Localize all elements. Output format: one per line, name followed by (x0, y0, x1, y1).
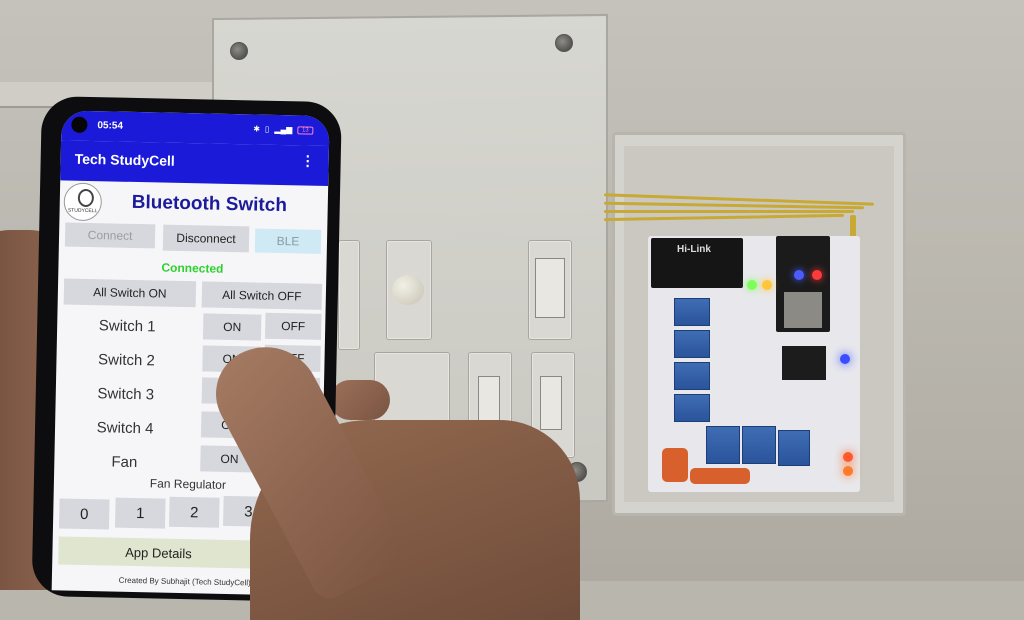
capacitor (690, 468, 750, 484)
red-led (812, 270, 822, 280)
switch-3-label: Switch 3 (97, 385, 155, 404)
regulator-knob (392, 275, 424, 305)
relay (778, 430, 810, 466)
app-title: Tech StudyCell (74, 150, 175, 169)
switch-4-label: Switch 4 (96, 419, 154, 438)
red-led (843, 466, 853, 476)
wall-rocker-switch (535, 258, 565, 318)
fan-level-2-button[interactable]: 2 (169, 496, 220, 528)
battery-icon: 13 (297, 125, 314, 135)
blue-led (840, 354, 850, 364)
disconnect-button[interactable]: Disconnect (162, 224, 250, 253)
ble-button[interactable]: BLE (254, 228, 322, 254)
switch-1-on-button[interactable]: ON (202, 313, 262, 341)
blue-led (794, 270, 804, 280)
connection-status: Connected (161, 260, 224, 276)
front-camera (71, 116, 88, 133)
wire-bundle (603, 188, 884, 228)
bluetooth-icon: ✱ (253, 124, 261, 134)
system-icons: ✱ ▯ ▂▄▆ 13 (253, 124, 314, 135)
relay (706, 426, 740, 464)
relay (674, 330, 710, 358)
fan-level-0-button[interactable]: 0 (58, 498, 110, 530)
green-led (747, 280, 757, 290)
switch-1-label: Switch 1 (98, 317, 156, 336)
finger (330, 380, 390, 420)
screw (230, 42, 248, 60)
screw (555, 34, 573, 52)
wall-rocker-switch (540, 376, 562, 430)
vibrate-icon: ▯ (264, 124, 270, 134)
ic-chip (782, 346, 826, 380)
switch-1-off-button[interactable]: OFF (264, 312, 322, 340)
switch-2-label: Switch 2 (97, 351, 155, 370)
all-switch-off-button[interactable]: All Switch OFF (201, 281, 323, 310)
relay (742, 426, 776, 464)
capacitor (662, 448, 688, 482)
wall-switch-plate (338, 240, 360, 350)
overflow-menu-icon[interactable]: ⋮ (301, 152, 315, 168)
all-switch-on-button[interactable]: All Switch ON (63, 278, 197, 308)
relay (674, 298, 710, 326)
esp32-shield (784, 292, 822, 328)
signal-icon: ▂▄▆ (274, 124, 293, 135)
fan-level-1-button[interactable]: 1 (114, 497, 166, 529)
red-led (843, 452, 853, 462)
hilink-label: Hi-Link (677, 244, 711, 255)
relay (674, 394, 710, 422)
fan-label: Fan (111, 453, 138, 472)
status-time: 05:54 (97, 120, 124, 132)
studycell-logo: STUDYCELL (63, 182, 103, 222)
hilink-module: Hi-Link (651, 238, 743, 288)
app-details-button[interactable]: App Details (58, 536, 259, 569)
yellow-led (762, 280, 772, 290)
relay (674, 362, 710, 390)
page-title: Bluetooth Switch (131, 191, 288, 217)
app-bar: Tech StudyCell ⋮ (60, 140, 330, 187)
connect-button[interactable]: Connect (64, 222, 156, 249)
